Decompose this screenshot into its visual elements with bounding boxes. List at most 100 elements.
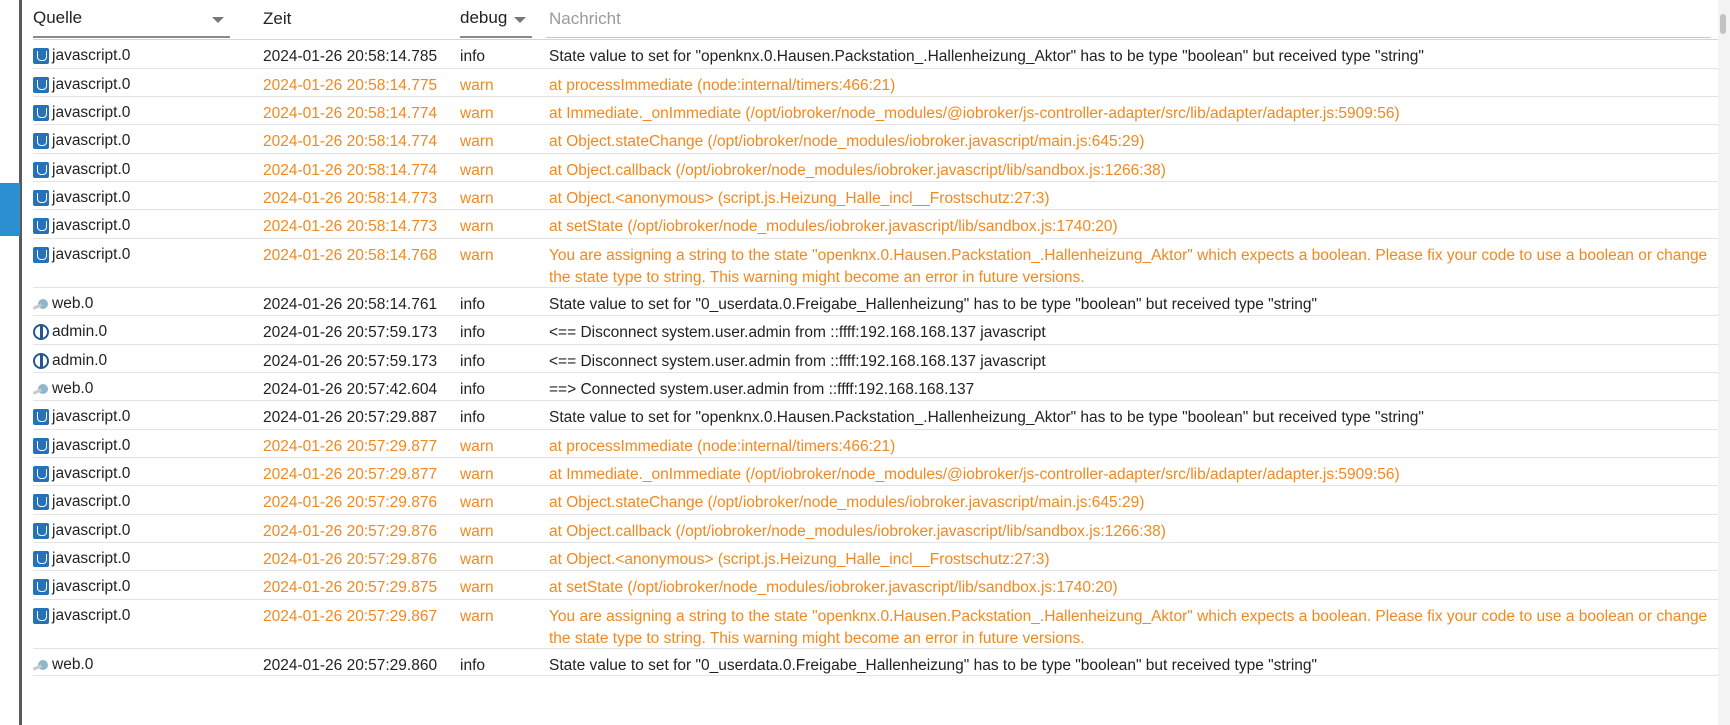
log-message: ==> Connected system.user.admin from ::f… (549, 381, 975, 398)
log-time: 2024-01-26 20:57:29.867 (263, 608, 438, 625)
javascript-icon (33, 218, 49, 234)
log-severity: warn (460, 494, 494, 511)
log-row: javascript.0 2024-01-26 20:57:29.867 warn Y… (33, 600, 1718, 649)
log-severity: warn (460, 190, 494, 207)
log-row: javascript.0 2024-01-26 20:58:14.774 warn a… (33, 154, 1718, 182)
log-row: javascript.0 2024-01-26 20:58:14.775 warn a… (33, 69, 1718, 97)
javascript-icon (33, 48, 49, 64)
log-source-label: javascript.0 (52, 493, 131, 510)
log-source: javascript.0 (33, 130, 130, 152)
message-filter-underline (546, 37, 1711, 38)
log-source: javascript.0 (33, 406, 130, 428)
scrollbar-thumb[interactable] (1720, 14, 1726, 34)
log-source: javascript.0 (33, 45, 130, 67)
log-source-label: javascript.0 (52, 47, 131, 64)
web-icon (33, 297, 49, 311)
log-source-label: javascript.0 (52, 104, 131, 121)
sidebar-active-indicator[interactable] (0, 183, 20, 236)
message-filter-input[interactable]: Nachricht (549, 0, 1709, 38)
vertical-scrollbar[interactable] (1718, 0, 1730, 725)
log-time: 2024-01-26 20:57:59.173 (263, 324, 438, 341)
log-source: admin.0 (33, 350, 107, 372)
log-message: State value to set for "0_userdata.0.Fre… (549, 657, 1318, 674)
log-source-label: javascript.0 (52, 437, 131, 454)
log-row: javascript.0 2024-01-26 20:58:14.774 warn a… (33, 97, 1718, 125)
log-row: javascript.0 2024-01-26 20:57:29.877 warn a… (33, 458, 1718, 486)
javascript-icon (33, 105, 49, 121)
log-table-header: Quelle Zeit debug Nachricht (33, 0, 1718, 40)
log-row: admin.0 2024-01-26 20:57:59.173 info <== Di… (33, 345, 1718, 373)
log-source-label: javascript.0 (52, 189, 131, 206)
log-time: 2024-01-26 20:58:14.775 (263, 77, 438, 94)
log-row: admin.0 2024-01-26 20:57:59.173 info <== Di… (33, 316, 1718, 345)
javascript-icon (33, 579, 49, 595)
log-row: web.0 2024-01-26 20:57:29.860 info State va… (33, 649, 1718, 676)
log-source-label: javascript.0 (52, 578, 131, 595)
log-severity: info (460, 324, 485, 341)
log-source: javascript.0 (33, 605, 130, 627)
log-source: javascript.0 (33, 159, 130, 181)
javascript-icon (33, 608, 49, 624)
source-filter-select[interactable]: Quelle (33, 0, 230, 38)
time-column-label: Zeit (263, 9, 292, 28)
log-severity: info (460, 48, 485, 65)
javascript-icon (33, 77, 49, 93)
log-row: javascript.0 2024-01-26 20:58:14.774 warn a… (33, 125, 1718, 154)
log-message: at Immediate._onImmediate (/opt/iobroker… (549, 466, 1400, 483)
log-message: <== Disconnect system.user.admin from ::… (549, 324, 1046, 341)
log-severity: warn (460, 438, 494, 455)
log-source: javascript.0 (33, 244, 130, 266)
log-source-label: javascript.0 (52, 607, 131, 624)
log-source: javascript.0 (33, 491, 130, 513)
log-row: javascript.0 2024-01-26 20:57:29.876 warn a… (33, 543, 1718, 571)
web-icon (33, 658, 49, 672)
log-time: 2024-01-26 20:57:29.876 (263, 494, 438, 511)
log-source-label: javascript.0 (52, 465, 131, 482)
log-row: javascript.0 2024-01-26 20:57:29.887 info S… (33, 401, 1718, 430)
chevron-down-icon (514, 17, 526, 23)
log-message: You are assigning a string to the state … (549, 608, 1708, 647)
admin-icon (33, 324, 49, 340)
log-message: You are assigning a string to the state … (549, 247, 1708, 286)
log-severity: info (460, 657, 485, 674)
javascript-icon (33, 190, 49, 206)
source-filter-label: Quelle (33, 8, 83, 27)
log-row: web.0 2024-01-26 20:58:14.761 info State va… (33, 288, 1718, 316)
log-message: at processImmediate (node:internal/timer… (549, 77, 896, 94)
log-time: 2024-01-26 20:57:29.876 (263, 523, 438, 540)
javascript-icon (33, 162, 49, 178)
javascript-icon (33, 523, 49, 539)
log-message: State value to set for "openknx.0.Hausen… (549, 48, 1424, 65)
log-source: javascript.0 (33, 102, 130, 124)
log-time: 2024-01-26 20:57:29.875 (263, 579, 438, 596)
log-source: web.0 (33, 293, 93, 315)
log-severity: warn (460, 608, 494, 625)
log-time: 2024-01-26 20:58:14.761 (263, 296, 438, 313)
web-icon (33, 382, 49, 396)
log-source-label: javascript.0 (52, 550, 131, 567)
severity-filter-select[interactable]: debug (460, 0, 532, 38)
log-severity: warn (460, 105, 494, 122)
log-rows: javascript.0 2024-01-26 20:58:14.785 info S… (33, 40, 1718, 676)
log-source-label: javascript.0 (52, 132, 131, 149)
log-source-label: admin.0 (52, 352, 108, 369)
log-time: 2024-01-26 20:57:29.876 (263, 551, 438, 568)
log-time: 2024-01-26 20:57:29.860 (263, 657, 438, 674)
log-row: javascript.0 2024-01-26 20:57:29.875 warn a… (33, 571, 1718, 600)
log-time: 2024-01-26 20:57:59.173 (263, 353, 438, 370)
log-message: at setState (/opt/iobroker/node_modules/… (549, 579, 1118, 596)
log-source: admin.0 (33, 321, 107, 343)
log-time: 2024-01-26 20:57:29.887 (263, 409, 438, 426)
javascript-icon (33, 133, 49, 149)
log-row: javascript.0 2024-01-26 20:58:14.768 warn Y… (33, 239, 1718, 288)
log-source-label: web.0 (52, 656, 94, 673)
javascript-icon (33, 247, 49, 263)
log-source: javascript.0 (33, 215, 130, 237)
log-time: 2024-01-26 20:58:14.774 (263, 162, 438, 179)
log-source-label: javascript.0 (52, 246, 131, 263)
javascript-icon (33, 466, 49, 482)
log-source: web.0 (33, 378, 93, 400)
log-source: javascript.0 (33, 548, 130, 570)
time-column-header: Zeit (263, 0, 423, 38)
log-message: at processImmediate (node:internal/timer… (549, 438, 896, 455)
